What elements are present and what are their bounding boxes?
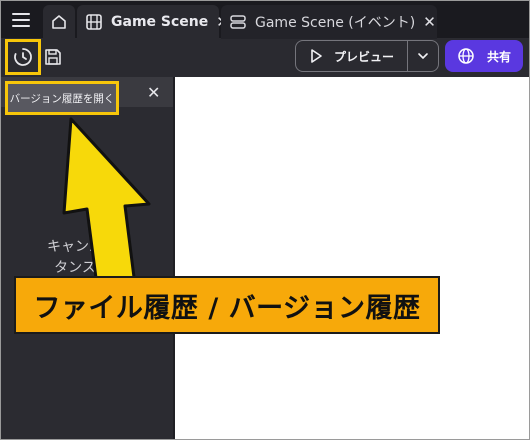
app-window: Game Scene ✕ Game Scene (イベント) ✕ プレビ [0,0,530,440]
annotation-arrow [62,117,151,303]
callout-text: ファイル履歴 / バージョン履歴 [33,292,421,324]
annotation-callout: ファイル履歴 / バージョン履歴 [14,276,440,334]
